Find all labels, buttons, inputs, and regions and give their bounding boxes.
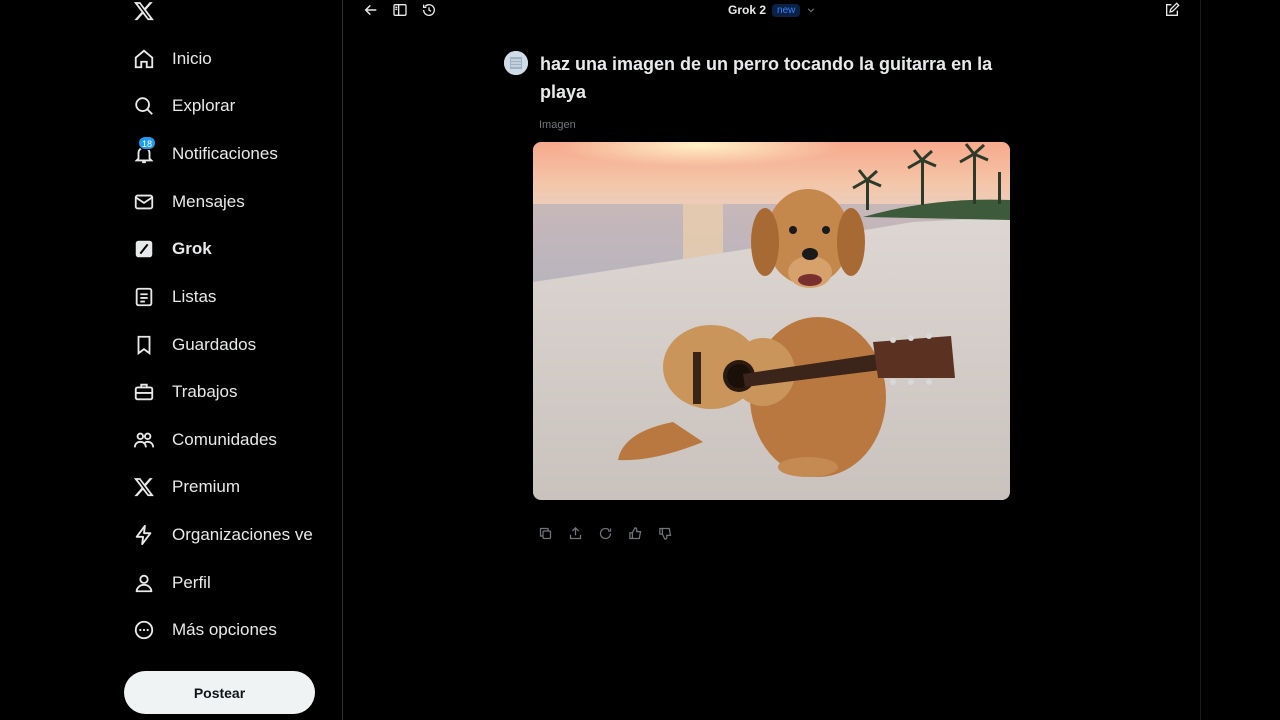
sidebar-item-listas[interactable]: Listas (132, 279, 216, 315)
regenerate-icon[interactable] (598, 526, 614, 542)
sidebar: Inicio Explorar 18 Notificaciones Mensaj… (0, 0, 343, 720)
sidebar-item-comunidades[interactable]: Comunidades (132, 422, 277, 458)
post-button[interactable]: Postear (124, 671, 315, 714)
sidebar-item-label: Organizaciones verificadas (172, 525, 313, 544)
model-selector[interactable]: Grok 2 new (728, 1, 816, 19)
sidebar-item-label: Más opciones (172, 620, 277, 639)
person-icon (132, 571, 156, 595)
sidebar-item-premium[interactable]: Premium (132, 469, 240, 505)
sidebar-item-label: Premium (172, 477, 241, 496)
new-chat-icon[interactable] (1164, 2, 1182, 20)
sidebar-item-explorar[interactable]: Explorar (132, 88, 235, 124)
search-icon (132, 94, 156, 118)
sidebar-item-grok[interactable]: Grok (132, 231, 212, 267)
sidebar-item-label: Inicio (172, 49, 212, 68)
sidebar-item-label: Listas (172, 287, 217, 306)
sidebar-item-guardados[interactable]: Guardados (132, 327, 256, 363)
sidebar-item-trabajos[interactable]: Trabajos (132, 374, 238, 410)
envelope-icon (132, 190, 156, 214)
home-icon (132, 47, 156, 71)
avatar (504, 51, 528, 75)
sidebar-item-label: Explorar (172, 96, 236, 115)
bookmark-icon (132, 333, 156, 357)
sidebar-toggle-icon[interactable] (392, 2, 410, 20)
sidebar-item-label: Trabajos (172, 382, 238, 401)
thumbs-up-icon[interactable] (628, 526, 644, 542)
image-label: Imagen (539, 119, 576, 131)
column-divider (1200, 0, 1201, 720)
people-icon (132, 428, 156, 452)
sidebar-item-label: Comunidades (172, 430, 277, 449)
sidebar-item-perfil[interactable]: Perfil (132, 565, 211, 601)
bell-icon: 18 (132, 136, 157, 166)
lightning-icon (132, 523, 156, 547)
sidebar-item-label: Grok (172, 239, 212, 258)
x-logo-icon (132, 475, 156, 499)
sidebar-item-notificaciones[interactable]: 18 Notificaciones (132, 136, 278, 172)
sidebar-item-label: Mensajes (172, 192, 245, 211)
sidebar-item-mensajes[interactable]: Mensajes (132, 184, 245, 220)
new-badge: new (772, 3, 801, 17)
share-icon[interactable] (568, 526, 584, 542)
chevron-down-icon (808, 8, 815, 13)
more-circle-icon (132, 618, 156, 642)
copy-icon[interactable] (538, 526, 554, 542)
briefcase-icon (132, 380, 156, 404)
back-arrow-icon[interactable] (363, 2, 381, 20)
user-prompt: haz una imagen de un perro tocando la gu… (540, 54, 993, 102)
response-actions (538, 526, 674, 542)
sidebar-item-label: Perfil (172, 573, 211, 592)
model-name: Grok 2 (728, 3, 767, 17)
history-icon[interactable] (421, 2, 439, 20)
sidebar-item-inicio[interactable]: Inicio (132, 41, 212, 77)
sidebar-item-label: Notificaciones (172, 144, 278, 163)
list-icon (132, 285, 156, 309)
notification-count-badge: 18 (138, 136, 157, 150)
thumbs-down-icon[interactable] (658, 526, 674, 542)
sidebar-item-mas-opciones[interactable]: Más opciones (132, 612, 277, 648)
x-logo-icon[interactable] (132, 0, 158, 24)
sidebar-item-organizaciones[interactable]: Organizaciones verificadas (132, 517, 313, 553)
grok-icon (132, 237, 156, 261)
generated-image[interactable] (533, 142, 1010, 500)
sidebar-item-label: Guardados (172, 335, 257, 354)
